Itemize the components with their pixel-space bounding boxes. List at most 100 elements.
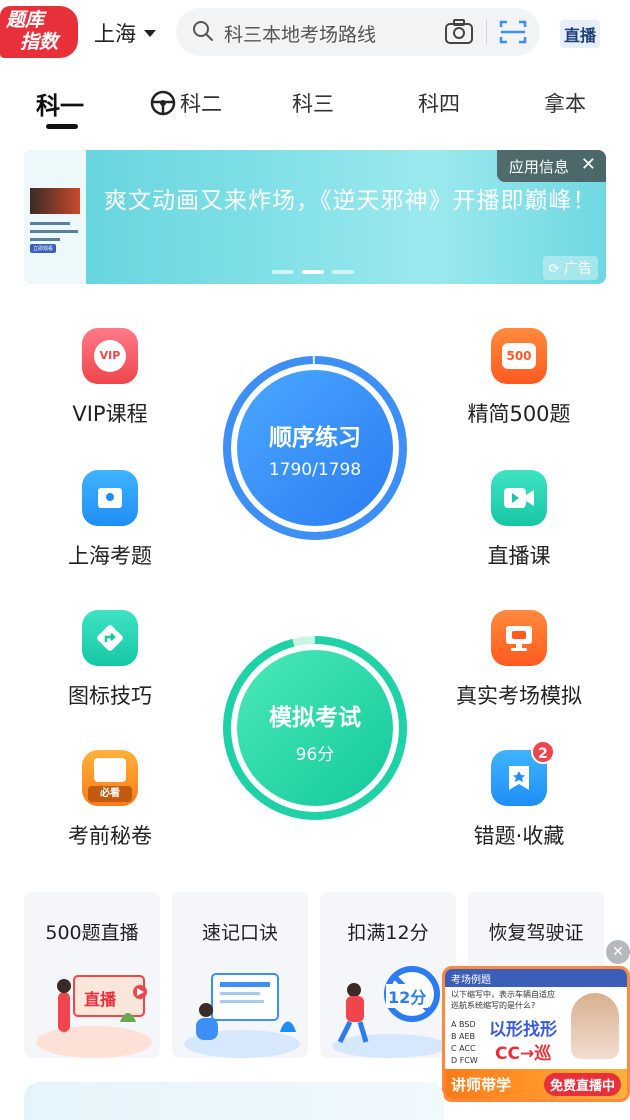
refresh-icon: ⟳ (548, 262, 560, 277)
instructor-avatar (571, 993, 619, 1059)
carousel-dot (272, 270, 294, 274)
card-title: 500题直播 (45, 922, 139, 944)
carousel-dot-active (302, 270, 324, 274)
float-close-button[interactable]: ✕ (606, 940, 630, 964)
secret-paper-label: 考前秘卷 (68, 824, 152, 848)
video-icon (504, 488, 534, 508)
camera-icon[interactable] (444, 18, 474, 46)
tab-ke2[interactable]: 科二 (150, 88, 222, 118)
close-icon[interactable]: ✕ (581, 156, 596, 182)
shanghai-questions-label: 上海考题 (68, 544, 152, 568)
chevron-down-icon (144, 29, 156, 37)
500-questions-icon: 500 (491, 328, 547, 384)
mock-score-text: 96分 (295, 745, 335, 765)
checklist-paper (94, 758, 126, 782)
ad-banner[interactable]: 立即观看 爽文动画又来炸场，《逆天邪神》开播即巅峰！ 应用信息 ✕ ⟳ 广告 (24, 150, 606, 284)
notification-badge: 2 (531, 740, 555, 764)
tab-label: 科二 (180, 92, 222, 116)
free-live-button[interactable]: 免费直播中 (543, 1072, 621, 1096)
practice-title: 顺序练习 (269, 425, 361, 451)
float-footer-left: 讲师带学 (451, 1075, 512, 1094)
star-bookmark-icon (509, 766, 529, 790)
float-formula: CC→巡 (495, 1044, 552, 1064)
float-header: 考场例题 (445, 969, 627, 987)
vip-course-label: VIP课程 (72, 402, 148, 426)
float-option: A BSD (451, 1020, 476, 1029)
tab-ke1[interactable]: 科一 (36, 86, 84, 121)
city-selector[interactable]: 上海 (94, 18, 156, 48)
penalty-points-illustration (332, 966, 448, 1058)
thumbnail-button: 立即观看 (30, 244, 57, 253)
live-course-entry[interactable]: 直播课 (449, 470, 589, 570)
float-question: 以下缩写中，表示车辆自适应巡航系统缩写的是什么? (451, 990, 555, 1010)
tab-label: 拿本 (544, 92, 586, 116)
tab-active-indicator (46, 124, 78, 129)
live-board-illustration (36, 975, 152, 1058)
live-course-label: 直播课 (487, 544, 551, 568)
vip-course-entry[interactable]: VIP VIP课程 (40, 328, 180, 428)
must-see-tag: 必看 (88, 786, 132, 802)
logo-line1: 题库 (6, 9, 45, 31)
shanghai-questions-entry[interactable]: 上海考题 (40, 470, 180, 570)
icon-tips-entry[interactable]: 图标技巧 (40, 610, 180, 710)
card-mnemonics[interactable]: 速记口诀 (172, 892, 308, 1058)
carousel-dot (332, 270, 354, 274)
thumbnail-line (30, 222, 70, 225)
scan-icon[interactable] (498, 18, 528, 46)
search-icon (193, 21, 213, 41)
mock-exam-button[interactable]: 模拟考试 96分 (221, 634, 409, 822)
tab-label: 科三 (292, 92, 334, 116)
float-option: B AEB (451, 1032, 476, 1041)
wrong-favorites-label: 错题·收藏 (473, 824, 565, 848)
steering-wheel-icon (150, 90, 176, 116)
tab-ke4[interactable]: 科四 (418, 88, 460, 118)
turn-sign-icon (82, 610, 138, 666)
top-bar: 题库 指数 上海 科三本地考场路线 直播 (0, 0, 630, 66)
vip-icon: VIP (82, 328, 138, 384)
float-footer: 讲师带学 免费直播中 (445, 1069, 627, 1099)
ad-label-text: 广告 (564, 261, 592, 277)
real-exam-entry[interactable]: 真实考场模拟 (449, 610, 589, 710)
next-section-peek (24, 1082, 444, 1120)
card-title: 恢复驾驶证 (488, 922, 584, 944)
penalty-points-text: 12分 (386, 984, 429, 1008)
city-label: 上海 (94, 22, 136, 46)
sequential-practice-button[interactable]: 顺序练习 1790/1798 (221, 354, 409, 542)
float-options: A BSD B AEB C ACC D FCW (451, 1019, 478, 1067)
checklist-icon: 必看 (82, 750, 138, 806)
vip-icon-text: VIP (94, 340, 126, 372)
secret-paper-entry[interactable]: 必看 考前秘卷 (40, 750, 180, 850)
card-title: 扣满12分 (347, 922, 429, 944)
floating-live-widget[interactable]: 考场例题 以下缩写中，表示车辆自适应巡航系统缩写的是什么? A BSD B AE… (442, 966, 630, 1102)
banner-thumbnail: 立即观看 (24, 150, 86, 284)
tab-naben[interactable]: 拿本 (544, 88, 586, 118)
real-exam-label: 真实考场模拟 (456, 684, 582, 708)
card-500-live[interactable]: 500题直播 直播 (24, 892, 160, 1058)
thumbnail-line (30, 230, 78, 233)
jing500-entry[interactable]: 500 精简500题 (449, 328, 589, 428)
ad-info-bar[interactable]: 应用信息 ✕ (496, 150, 606, 182)
jing500-label: 精简500题 (467, 402, 571, 426)
live-entry-button[interactable]: 直播 (560, 20, 601, 48)
banner-text: 爽文动画又来炸场，《逆天邪神》开播即巅峰！ (104, 188, 597, 214)
screen-icon (506, 626, 532, 651)
float-option: D FCW (451, 1056, 478, 1065)
practice-progress-text: 1790/1798 (268, 460, 362, 480)
tab-label: 科四 (418, 92, 460, 116)
search-input[interactable]: 科三本地考场路线 (224, 20, 376, 47)
app-info-link[interactable]: 应用信息 (509, 156, 569, 182)
subject-tabs: 科一 科二 科三 科四 拿本 (0, 80, 630, 132)
ad-label: ⟳ 广告 (542, 256, 598, 280)
icon-tips-label: 图标技巧 (68, 684, 152, 708)
wrong-favorites-entry[interactable]: 2 错题·收藏 (449, 740, 589, 850)
thumbnail-line (30, 238, 60, 241)
live-board-text: 直播 (84, 990, 117, 1009)
carousel-dots (272, 270, 354, 274)
search-bar[interactable]: 科三本地考场路线 (176, 8, 540, 56)
tab-label: 科一 (36, 92, 84, 120)
card-12-points[interactable]: 扣满12分 12分 (320, 892, 456, 1058)
app-logo[interactable]: 题库 指数 (0, 6, 78, 58)
tab-ke3[interactable]: 科三 (292, 88, 334, 118)
mock-title: 模拟考试 (269, 705, 361, 731)
float-headline: 以形找形 (489, 1020, 557, 1040)
